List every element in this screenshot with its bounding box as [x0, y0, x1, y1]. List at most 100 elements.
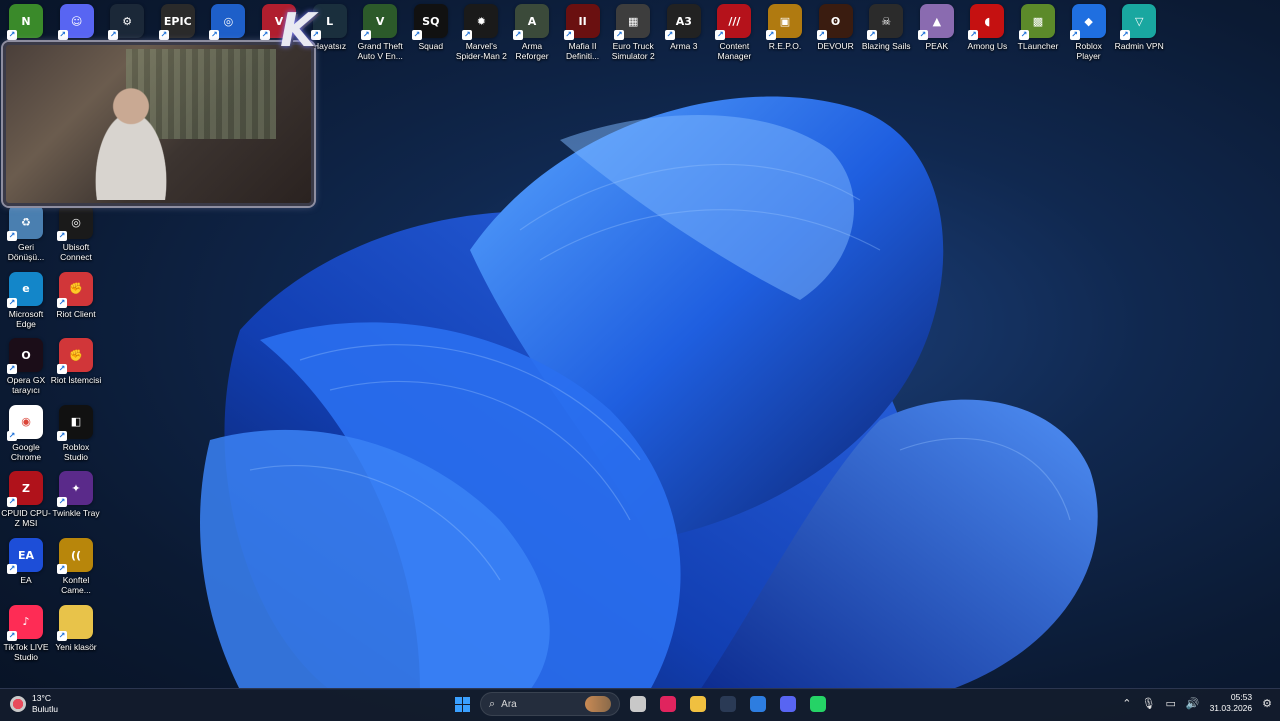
- desktop-shortcut-label: Riot Client: [56, 308, 96, 319]
- desktop-shortcut[interactable]: ↗ Yeni klasör: [50, 604, 102, 652]
- windows-logo-icon: [454, 696, 470, 712]
- search-icon: ⌕: [489, 697, 496, 710]
- desktop-shortcut-label: Mafia II Definiti...: [566, 41, 600, 61]
- discord-icon: ☺ ↗: [57, 4, 94, 40]
- shortcut-arrow-icon: ↗: [411, 30, 422, 40]
- desktop-shortcut-label: PEAK: [925, 41, 949, 51]
- konftel-icon: ((↗: [57, 538, 93, 574]
- network-icon[interactable]: ▭: [1165, 697, 1175, 710]
- desktop-shortcut[interactable]: ☺ ↗: [51, 4, 103, 41]
- steam-taskbar-button[interactable]: [716, 692, 740, 716]
- desktop-shortcut[interactable]: ⚙ ↗: [101, 4, 153, 41]
- shortcut-arrow-icon: ↗: [7, 231, 17, 241]
- desktop-shortcut[interactable]: ♪ ↗ TikTok LIVE Studio: [0, 604, 52, 662]
- weather-icon: [10, 696, 26, 712]
- discord-taskbar-icon: [780, 696, 796, 712]
- battlenet-taskbar-icon: [750, 696, 766, 712]
- speaker-icon[interactable]: 🔊: [1186, 697, 1200, 710]
- desktop-shortcut[interactable]: ʘ ↗ DEVOUR: [810, 4, 862, 51]
- desktop-shortcut[interactable]: ◖ ↗ Among Us: [961, 4, 1013, 51]
- desktop-shortcut[interactable]: II ↗ Mafia II Definiti...: [557, 4, 609, 61]
- desktop-shortcut[interactable]: ◎ ↗: [202, 4, 254, 41]
- opera-gx-icon: O ↗: [7, 338, 43, 375]
- desktop-shortcut-label: Geri Dönüşü...: [7, 242, 45, 262]
- shortcut-arrow-icon: ↗: [108, 30, 119, 40]
- whatsapp-icon: [810, 696, 826, 712]
- desktop-shortcut[interactable]: ((↗ Konftel Came...: [50, 538, 102, 595]
- shortcut-arrow-icon: ↗: [361, 30, 372, 40]
- start-button[interactable]: [450, 692, 474, 716]
- desktop-shortcut[interactable]: Z ↗ CPUID CPU-Z MSI: [0, 471, 52, 528]
- battlenet-taskbar-button[interactable]: [746, 692, 770, 716]
- desktop-shortcut[interactable]: ▽ ↗ Radmin VPN: [1113, 4, 1165, 51]
- whatsapp-button[interactable]: [806, 692, 830, 716]
- gta-icon: V ↗: [361, 4, 398, 40]
- desktop-shortcut[interactable]: ☠ ↗ Blazing Sails: [860, 4, 912, 51]
- desktop-shortcut[interactable]: A3 ↗ Arma 3: [658, 4, 710, 51]
- desktop-shortcut[interactable]: ✊ ↗ Riot İstemcisi: [50, 338, 102, 385]
- shortcut-arrow-icon: ↗: [968, 30, 979, 40]
- desktop-shortcut[interactable]: ///↗ Content Manager: [708, 4, 760, 61]
- microphone-icon[interactable]: 🎙: [1142, 697, 1156, 710]
- arma3-icon: A3 ↗: [664, 4, 701, 40]
- shortcut-arrow-icon: ↗: [57, 231, 67, 241]
- task-view-button[interactable]: [626, 692, 650, 716]
- shortcut-arrow-icon: ↗: [917, 30, 928, 40]
- taskbar-search[interactable]: ⌕ Ara: [480, 692, 620, 716]
- clock[interactable]: 05:53 31.03.2026: [1210, 692, 1253, 714]
- desktop-shortcut[interactable]: A ↗ Arma Reforger: [506, 4, 558, 61]
- desktop-shortcut[interactable]: ✊ ↗ Riot Client: [50, 271, 102, 319]
- spiderman-icon: ✹ ↗: [462, 4, 499, 40]
- desktop-shortcut[interactable]: N ↗: [0, 4, 52, 41]
- battlenet-icon: ◎ ↗: [209, 4, 246, 40]
- radmin-vpn-icon: ▽ ↗: [1120, 4, 1157, 40]
- desktop-shortcut[interactable]: ✹ ↗ Marvel's Spider-Man 2: [455, 4, 507, 61]
- desktop-shortcut-label: Marvel's Spider-Man 2: [455, 41, 507, 61]
- weather-widget[interactable]: 13°C Bulutlu: [10, 693, 58, 715]
- desktop-shortcut[interactable]: ◎ ↗ Ubisoft Connect: [50, 205, 102, 262]
- twinkle-tray-icon: ✦ ↗: [57, 471, 93, 508]
- file-explorer-icon: [690, 696, 706, 712]
- desktop-shortcut[interactable]: ✦ ↗ Twinkle Tray: [50, 471, 102, 518]
- opera-gx-taskbar-button[interactable]: [656, 692, 680, 716]
- weather-temp: 13°C: [32, 693, 51, 703]
- desktop-shortcut-label: DEVOUR: [817, 41, 854, 51]
- shortcut-arrow-icon: ↗: [57, 297, 67, 308]
- desktop-shortcut[interactable]: SQ ↗ Squad: [405, 4, 457, 51]
- chevron-up-icon[interactable]: ⌃: [1122, 697, 1131, 710]
- desktop-shortcut[interactable]: ▣ ↗ R.E.P.O.: [759, 4, 811, 51]
- shortcut-arrow-icon: ↗: [158, 30, 169, 40]
- desktop-shortcut[interactable]: ◆ ↗ Roblox Player: [1063, 4, 1115, 61]
- clock-date: 31.03.2026: [1209, 703, 1253, 713]
- desktop-shortcut[interactable]: e ↗ Microsoft Edge: [0, 271, 52, 329]
- desktop-shortcut-label: TLauncher: [1017, 41, 1059, 51]
- arma-reforger-icon: A ↗: [513, 4, 549, 40]
- discord-taskbar-button[interactable]: [776, 692, 800, 716]
- desktop-shortcut[interactable]: V ↗ Grand Theft Auto V En...: [354, 4, 406, 61]
- desktop-shortcut[interactable]: ◉ ↗ Google Chrome: [0, 404, 52, 462]
- shortcut-arrow-icon: ↗: [57, 30, 68, 40]
- chrome-icon: ◉ ↗: [7, 404, 43, 441]
- desktop-shortcut[interactable]: O ↗ Opera GX tarayıcı: [0, 338, 52, 395]
- desktop-shortcut-label: Google Chrome: [10, 441, 42, 462]
- desktop-shortcut[interactable]: ▩ ↗ TLauncher: [1012, 4, 1064, 51]
- desktop-shortcut-label: Arma Reforger: [515, 41, 549, 61]
- file-explorer-button[interactable]: [686, 692, 710, 716]
- task-view-icon: [630, 696, 646, 712]
- desktop-shortcut[interactable]: ◧ ↗ Roblox Studio: [50, 404, 102, 462]
- shortcut-arrow-icon: ↗: [766, 30, 776, 40]
- opera-gx-taskbar-icon: [660, 696, 676, 712]
- desktop-shortcut[interactable]: ▲ ↗ PEAK: [911, 4, 963, 51]
- desktop-shortcut-label: Opera GX tarayıcı: [6, 375, 46, 396]
- taskbar-center: ⌕ Ara: [450, 692, 830, 716]
- notification-bell-icon[interactable]: ⚙: [1262, 697, 1272, 710]
- cpuz-icon: Z ↗: [7, 471, 43, 508]
- desktop-shortcut[interactable]: EPIC ↗: [152, 4, 204, 41]
- epic-games-icon: EPIC ↗: [158, 4, 195, 40]
- desktop-shortcut-label: TikTok LIVE Studio: [3, 641, 49, 662]
- desktop-shortcut[interactable]: ▦ ↗ Euro Truck Simulator 2: [607, 4, 659, 61]
- desktop-shortcut[interactable]: EA ↗ EA: [0, 538, 52, 585]
- desktop-shortcut[interactable]: ♻ ↗ Geri Dönüşü...: [0, 205, 52, 262]
- desktop-shortcut-label: Grand Theft Auto V En...: [357, 41, 403, 61]
- shortcut-arrow-icon: ↗: [664, 30, 675, 40]
